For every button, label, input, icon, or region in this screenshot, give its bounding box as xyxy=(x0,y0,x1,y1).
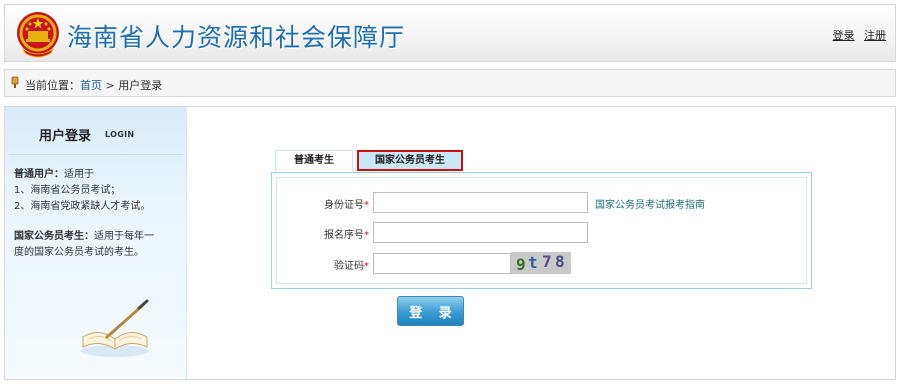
normal-user-label: 普通用户： xyxy=(14,169,64,180)
civil-user-line: 国家公务员考生：适用于每年一 xyxy=(14,229,186,245)
breadcrumb: 当前位置：首页 > 用户登录 xyxy=(25,77,162,93)
civil-user-text-cont: 度的国家公务员考试的考生。 xyxy=(14,247,144,258)
book-and-pen-icon xyxy=(81,299,149,357)
tab-normal-candidate[interactable]: 普通考生 xyxy=(275,150,353,171)
sidebar-header: 用户登录 LOGIN xyxy=(5,107,186,157)
breadcrumb-current: 用户登录 xyxy=(118,79,163,92)
site-title: 海南省人力资源和社会保障厅 xyxy=(67,23,406,52)
normal-user-item: 1、海南省公务员考试； xyxy=(14,185,121,196)
sidebar-description: 普通用户：适用于 1、海南省公务员考试； 2、海南省党政紧缺人才考试。 国家公务… xyxy=(14,167,186,261)
captcha-char: t xyxy=(528,253,538,272)
login-link[interactable]: 登录 xyxy=(833,29,855,42)
id-number-label: 身份证号* xyxy=(313,196,369,211)
captcha-char: 8 xyxy=(555,252,565,271)
login-form-inner: 身份证号* 国家公务员考试报考指南 报名序号* 验证码* 9 t 7 8 xyxy=(276,177,807,284)
normal-user-line: 普通用户：适用于 xyxy=(14,167,186,183)
required-mark: * xyxy=(364,230,369,241)
id-number-label-text: 身份证号 xyxy=(324,200,364,211)
registration-number-input[interactable] xyxy=(373,222,588,243)
main-content: 用户登录 LOGIN 普通用户：适用于 1、海南省公务员考试； 2、海南省党政紧… xyxy=(4,106,896,380)
captcha-input[interactable] xyxy=(373,253,511,274)
captcha-char: 9 xyxy=(516,255,526,274)
sidebar: 用户登录 LOGIN 普通用户：适用于 1、海南省公务员考试； 2、海南省党政紧… xyxy=(5,107,187,379)
registration-number-label-text: 报名序号 xyxy=(324,230,364,241)
login-button[interactable]: 登 录 xyxy=(397,296,464,326)
sidebar-title-en: LOGIN xyxy=(105,130,135,139)
civil-user-text: 适用于每年一 xyxy=(94,231,154,242)
captcha-label: 验证码* xyxy=(313,257,369,272)
login-form: 身份证号* 国家公务员考试报考指南 报名序号* 验证码* 9 t 7 8 xyxy=(271,172,812,289)
id-number-input[interactable] xyxy=(373,192,588,213)
register-link[interactable]: 注册 xyxy=(864,29,886,42)
required-mark: * xyxy=(364,261,369,272)
normal-user-item: 2、海南省党政紧缺人才考试。 xyxy=(14,201,151,212)
captcha-label-text: 验证码 xyxy=(334,261,364,272)
captcha-char: 7 xyxy=(542,252,552,271)
sidebar-divider xyxy=(9,154,183,155)
registration-number-label: 报名序号* xyxy=(313,226,369,241)
required-mark: * xyxy=(364,200,369,211)
top-links: 登录 注册 xyxy=(827,27,887,43)
exam-guide-link[interactable]: 国家公务员考试报考指南 xyxy=(595,196,705,211)
breadcrumb-separator: > xyxy=(102,79,115,92)
tab-civil-servant-candidate[interactable]: 国家公务员考生 xyxy=(357,150,463,171)
national-emblem-icon xyxy=(17,12,59,58)
site-header: 海南省人力资源和社会保障厅 登录 注册 xyxy=(4,4,896,62)
breadcrumb-bar: 当前位置：首页 > 用户登录 xyxy=(4,69,896,97)
sidebar-title: 用户登录 xyxy=(39,129,92,144)
captcha-image[interactable]: 9 t 7 8 xyxy=(511,252,571,274)
civil-user-label: 国家公务员考生： xyxy=(14,231,94,242)
normal-user-intro: 适用于 xyxy=(64,169,94,180)
location-pin-icon xyxy=(11,76,19,88)
breadcrumb-prefix: 当前位置： xyxy=(25,79,80,92)
breadcrumb-home-link[interactable]: 首页 xyxy=(80,79,102,92)
